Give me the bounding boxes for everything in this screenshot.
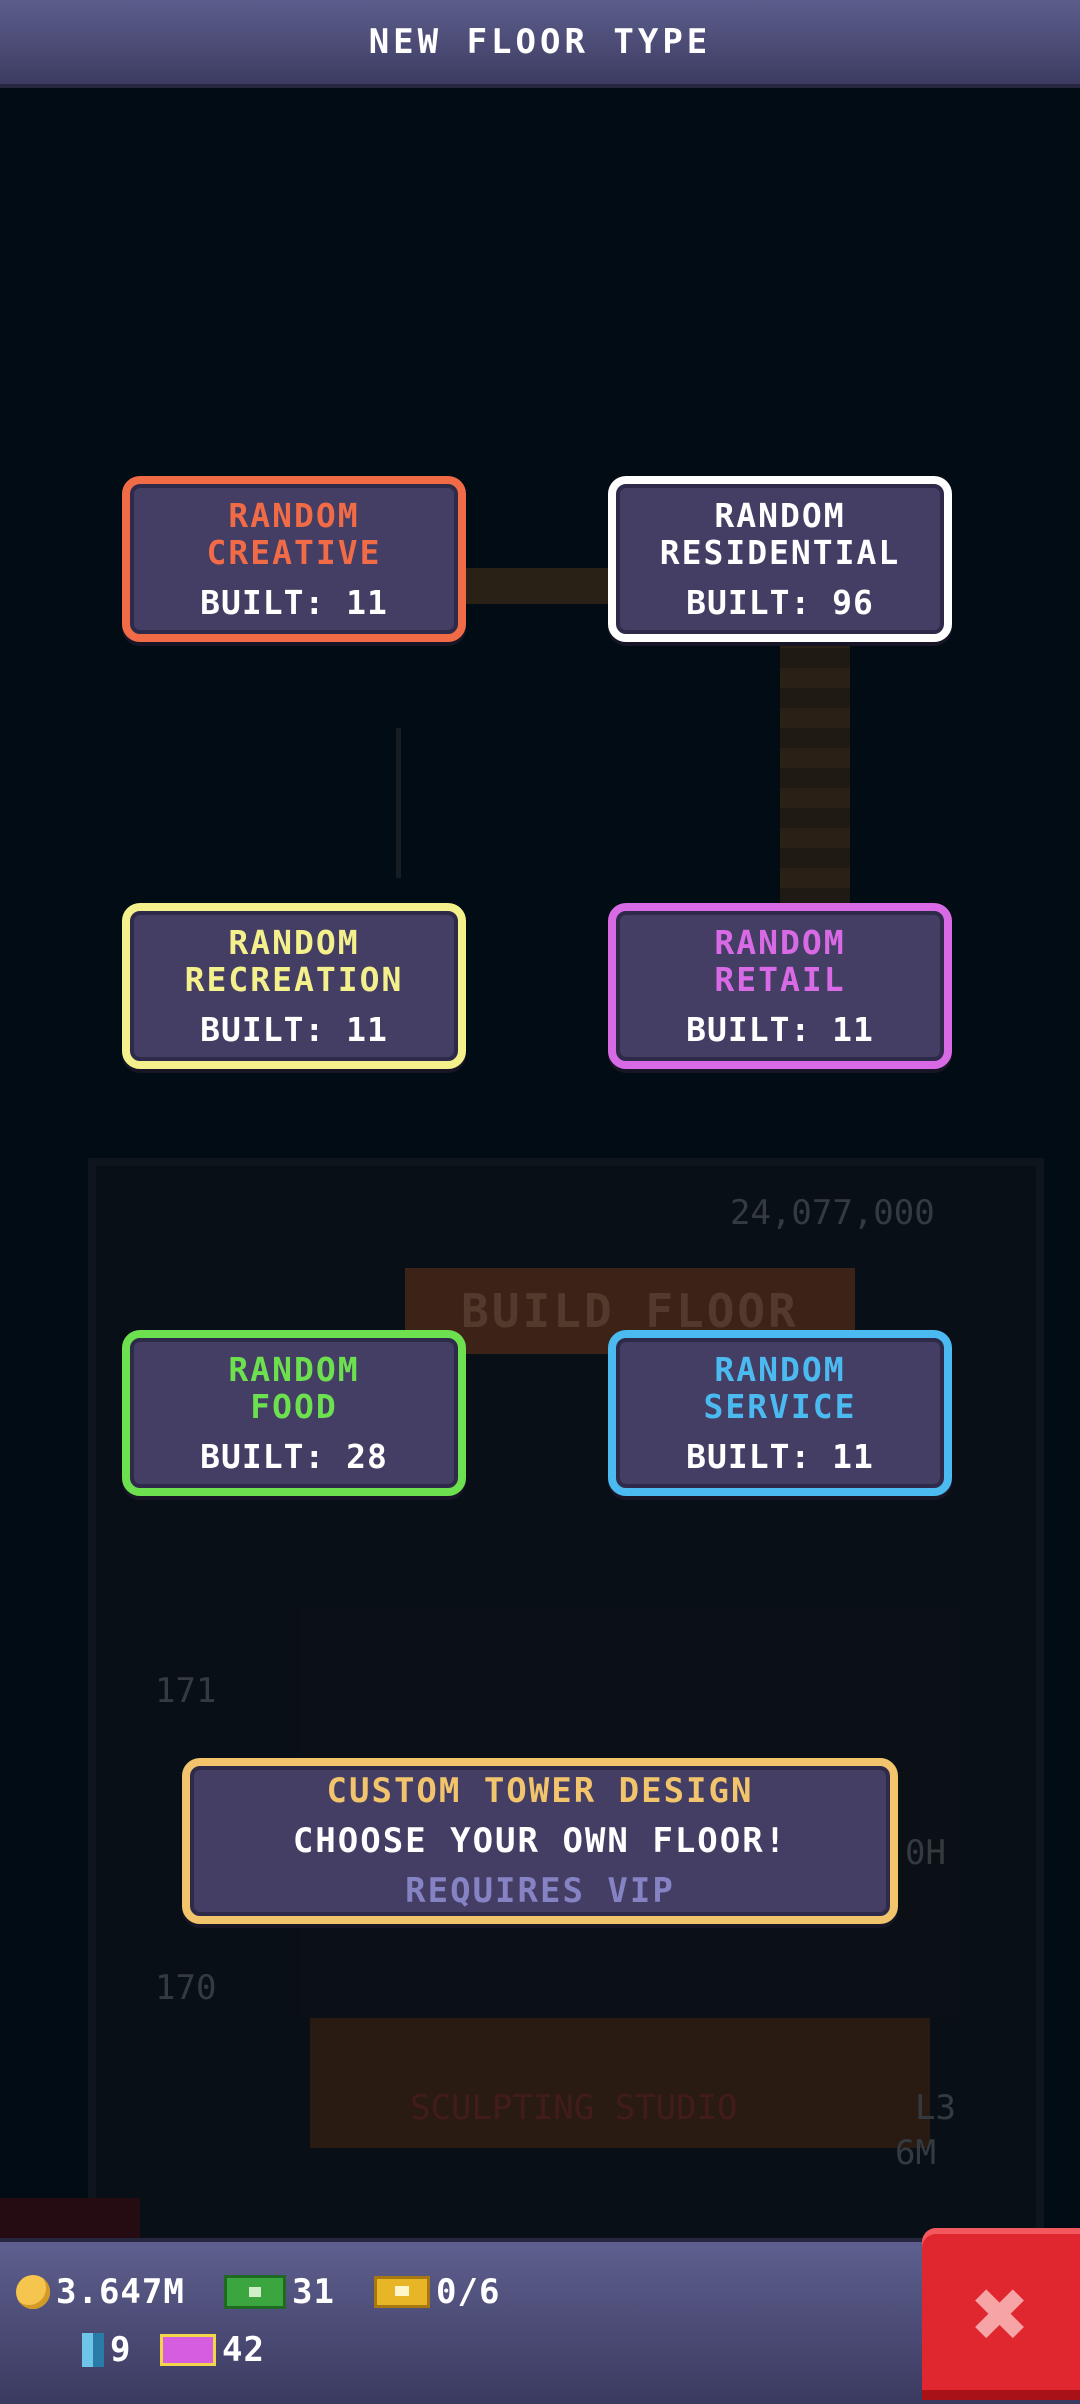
floor-cost: 24,077,000 [730,1193,935,1233]
floor-type-name-line2: CREATIVE [206,532,382,572]
close-button[interactable]: ✖ [922,2228,1080,2400]
elevator-stat: 9 [82,2330,131,2370]
coin-icon [16,2275,50,2309]
crane-hook [396,728,401,878]
built-count: BUILT: 96 [686,582,874,622]
coins-value: 3.647M [56,2272,185,2312]
floor-type-name-line1: RANDOM [228,1349,360,1389]
tickets-value: 0/6 [436,2272,501,2312]
elevator-value: 9 [110,2330,132,2370]
random-residential-button[interactable]: RANDOM RESIDENTIAL BUILT: 96 [608,476,952,642]
floor-type-name-line2: RESIDENTIAL [659,532,901,572]
close-icon: ✖ [972,2258,1030,2370]
bux-stat: 31 [224,2272,335,2312]
floor-type-name: RANDOM RECREATION [185,924,404,998]
bux-icon [224,2275,286,2309]
floor-type-name: RANDOM RESIDENTIAL [660,497,901,571]
tickets-stat: 0/6 [374,2272,500,2312]
resource-bar: 3.647M 31 0/6 9 42 [0,2238,1080,2404]
shop-level: L3 [915,2088,956,2128]
floor-type-name: RANDOM CREATIVE [207,497,382,571]
shop-money: 6M [895,2133,936,2173]
floor-type-name-line1: RANDOM [228,495,360,535]
shop-name: SCULPTING STUDIO [410,2088,738,2128]
built-count: BUILT: 11 [686,1436,874,1476]
random-recreation-button[interactable]: RANDOM RECREATION BUILT: 11 [122,903,466,1069]
vip-ticket-icon [160,2334,216,2366]
vip-requirement: REQUIRES VIP [405,1871,675,1911]
vip-stat: 42 [160,2330,265,2370]
floor-type-name-line1: RANDOM [714,1349,846,1389]
elevator-icon [82,2333,104,2367]
floor-number: 171 [155,1671,217,1711]
custom-title: CUSTOM TOWER DESIGN [326,1771,754,1811]
floor-time: 0H [905,1833,946,1873]
ticket-icon [374,2276,430,2308]
random-creative-button[interactable]: RANDOM CREATIVE BUILT: 11 [122,476,466,642]
floor-number: 170 [155,1968,217,2008]
floor-type-name: RANDOM RETAIL [714,924,845,998]
custom-tower-design-button[interactable]: CUSTOM TOWER DESIGN CHOOSE YOUR OWN FLOO… [182,1758,898,1924]
floor-type-name: RANDOM FOOD [228,1351,359,1425]
random-retail-button[interactable]: RANDOM RETAIL BUILT: 11 [608,903,952,1069]
floor-type-name-line1: RANDOM [714,495,846,535]
vip-value: 42 [222,2330,265,2370]
floor-type-name-line2: RECREATION [184,959,404,999]
floor-type-name-line2: FOOD [250,1386,338,1426]
custom-subtitle: CHOOSE YOUR OWN FLOOR! [292,1821,788,1861]
bux-value: 31 [292,2272,335,2312]
random-food-button[interactable]: RANDOM FOOD BUILT: 28 [122,1330,466,1496]
page-title: NEW FLOOR TYPE [368,22,712,62]
floor-type-name-line1: RANDOM [228,922,360,962]
floor-type-name-line2: SERVICE [703,1386,857,1426]
coins-stat: 3.647M [16,2272,185,2312]
floor-type-name-line2: RETAIL [714,959,846,999]
built-count: BUILT: 11 [200,1009,388,1049]
floor-type-name-line1: RANDOM [714,922,846,962]
random-service-button[interactable]: RANDOM SERVICE BUILT: 11 [608,1330,952,1496]
built-count: BUILT: 28 [200,1436,388,1476]
title-bar: NEW FLOOR TYPE [0,0,1080,88]
floor-type-name: RANDOM SERVICE [703,1351,856,1425]
built-count: BUILT: 11 [686,1009,874,1049]
built-count: BUILT: 11 [200,582,388,622]
floor-room [310,2018,930,2148]
